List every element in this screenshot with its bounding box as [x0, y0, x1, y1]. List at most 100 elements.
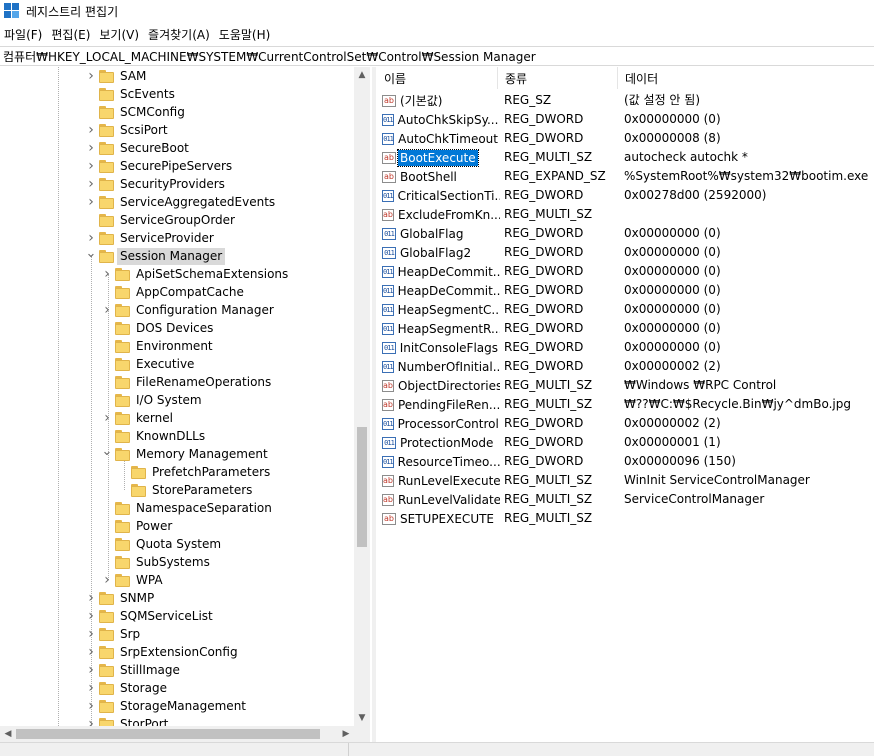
value-row[interactable]: 011 HeapSegmentC... REG_DWORD 0x00000000 (0…: [377, 300, 874, 319]
chevron-right-icon[interactable]: ›: [84, 698, 98, 714]
value-row[interactable]: ab BootShell REG_EXPAND_SZ %SystemRoot%₩sys…: [377, 167, 874, 186]
chevron-right-icon[interactable]: ›: [84, 158, 98, 174]
column-header-name[interactable]: 이름: [377, 67, 498, 89]
menu-view[interactable]: 보기(V): [95, 26, 144, 43]
chevron-right-icon[interactable]: ›: [84, 662, 98, 678]
address-bar[interactable]: 컴퓨터₩HKEY_LOCAL_MACHINE₩SYSTEM₩CurrentCon…: [0, 46, 874, 66]
tree-node[interactable]: I/O System: [100, 391, 205, 409]
scroll-down-arrow-icon[interactable]: ▼: [354, 710, 370, 726]
tree-node[interactable]: NamespaceSeparation: [100, 499, 275, 517]
chevron-right-icon[interactable]: ›: [84, 122, 98, 138]
value-row[interactable]: ab RunLevelValidate REG_MULTI_SZ ServiceCon…: [377, 490, 874, 509]
tree-node[interactable]: › StillImage: [84, 661, 183, 679]
tree-node[interactable]: FileRenameOperations: [100, 373, 274, 391]
tree-node[interactable]: › SQMServiceList: [84, 607, 216, 625]
value-row[interactable]: ab ObjectDirectories REG_MULTI_SZ ₩Windows …: [377, 376, 874, 395]
value-row[interactable]: 011 CriticalSectionTi... REG_DWORD 0x00278d…: [377, 186, 874, 205]
tree-node[interactable]: AppCompatCache: [100, 283, 247, 301]
chevron-down-icon[interactable]: ⌄: [100, 444, 114, 459]
tree-node[interactable]: › kernel: [100, 409, 176, 427]
chevron-right-icon[interactable]: ›: [84, 608, 98, 624]
tree-node[interactable]: ServiceGroupOrder: [84, 211, 238, 229]
chevron-right-icon[interactable]: ›: [84, 176, 98, 192]
value-row[interactable]: 011 HeapDeCommit... REG_DWORD 0x00000000 (0…: [377, 281, 874, 300]
tree-node[interactable]: › ServiceProvider: [84, 229, 217, 247]
value-row[interactable]: 011 GlobalFlag2 REG_DWORD 0x00000000 (0): [377, 243, 874, 262]
tree-node[interactable]: › StorageManagement: [84, 697, 249, 715]
tree-node[interactable]: SubSystems: [100, 553, 213, 571]
chevron-right-icon[interactable]: ›: [100, 410, 114, 426]
folder-icon: [115, 303, 130, 317]
value-row[interactable]: ab BootExecute REG_MULTI_SZ autocheck autoc…: [377, 148, 874, 167]
tree-node[interactable]: › ApiSetSchemaExtensions: [100, 265, 291, 283]
tree-node[interactable]: › SecurityProviders: [84, 175, 228, 193]
value-row[interactable]: ab SETUPEXECUTE REG_MULTI_SZ: [377, 509, 874, 528]
tree-node[interactable]: Executive: [100, 355, 197, 373]
pane-splitter[interactable]: [372, 67, 376, 742]
tree-node[interactable]: Environment: [100, 337, 216, 355]
value-list[interactable]: 이름 종류 데이터 ab (기본값) REG_SZ (값 설정 안 됨) 011 Auto…: [377, 67, 874, 742]
menu-favorites[interactable]: 즐겨찾기(A): [144, 26, 215, 43]
tree-node[interactable]: › SecurePipeServers: [84, 157, 235, 175]
value-row[interactable]: 011 HeapDeCommit... REG_DWORD 0x00000000 (0…: [377, 262, 874, 281]
hscroll-thumb[interactable]: [16, 729, 320, 739]
menu-file[interactable]: 파일(F): [0, 26, 47, 43]
chevron-right-icon[interactable]: ›: [84, 68, 98, 84]
chevron-down-icon[interactable]: ⌄: [84, 246, 98, 261]
value-row[interactable]: 011 NumberOfInitial... REG_DWORD 0x00000002…: [377, 357, 874, 376]
tree-node[interactable]: StoreParameters: [116, 481, 255, 499]
tree-node[interactable]: › SNMP: [84, 589, 157, 607]
value-row[interactable]: ab PendingFileRen... REG_MULTI_SZ ₩??₩C:₩$R…: [377, 395, 874, 414]
value-row[interactable]: 011 AutoChkSkipSy... REG_DWORD 0x00000000 (…: [377, 110, 874, 129]
tree-node[interactable]: › ServiceAggregatedEvents: [84, 193, 278, 211]
chevron-right-icon[interactable]: ›: [84, 680, 98, 696]
scroll-up-arrow-icon[interactable]: ▲: [354, 67, 370, 83]
value-row[interactable]: 011 ProtectionMode REG_DWORD 0x00000001 (1): [377, 433, 874, 452]
tree-node[interactable]: Power: [100, 517, 175, 535]
scroll-left-arrow-icon[interactable]: ◀: [0, 726, 16, 742]
chevron-right-icon[interactable]: ›: [84, 194, 98, 210]
column-header-data[interactable]: 데이터: [618, 67, 874, 89]
tree-node[interactable]: DOS Devices: [100, 319, 216, 337]
tree-node[interactable]: › SecureBoot: [84, 139, 192, 157]
tree-node[interactable]: ⌄ Memory Management: [100, 444, 271, 463]
chevron-right-icon[interactable]: ›: [100, 302, 114, 318]
chevron-right-icon[interactable]: ›: [84, 626, 98, 642]
tree-node[interactable]: KnownDLLs: [100, 427, 208, 445]
value-row[interactable]: 011 HeapSegmentR... REG_DWORD 0x00000000 (0…: [377, 319, 874, 338]
tree-node[interactable]: › SAM: [84, 67, 149, 85]
tree-node[interactable]: Quota System: [100, 535, 224, 553]
tree-node[interactable]: › WPA: [100, 571, 166, 589]
chevron-right-icon[interactable]: ›: [84, 590, 98, 606]
tree-node[interactable]: › Srp: [84, 625, 143, 643]
chevron-right-icon[interactable]: ›: [100, 572, 114, 588]
value-row[interactable]: ab RunLevelExecute REG_MULTI_SZ WinInit Ser…: [377, 471, 874, 490]
value-row[interactable]: ab ExcludeFromKn... REG_MULTI_SZ: [377, 205, 874, 224]
chevron-right-icon[interactable]: ›: [100, 266, 114, 282]
tree-vertical-scrollbar[interactable]: ▲ ▼: [354, 67, 370, 726]
chevron-right-icon[interactable]: ›: [84, 140, 98, 156]
tree-node[interactable]: PrefetchParameters: [116, 463, 273, 481]
column-header-type[interactable]: 종류: [498, 67, 618, 89]
chevron-right-icon[interactable]: ›: [84, 230, 98, 246]
key-tree[interactable]: › SAM ScEvents SCMConfig › ScsiPort › SecureBoo…: [0, 67, 370, 742]
tree-horizontal-scrollbar[interactable]: ◀ ▶: [0, 726, 370, 742]
value-row[interactable]: 011 ResourceTimeo... REG_DWORD 0x00000096 (…: [377, 452, 874, 471]
value-row[interactable]: 011 AutoChkTimeout REG_DWORD 0x00000008 (8): [377, 129, 874, 148]
menu-edit[interactable]: 편집(E): [47, 26, 95, 43]
tree-node[interactable]: ScEvents: [84, 85, 178, 103]
menu-help[interactable]: 도움말(H): [215, 26, 276, 43]
tree-node[interactable]: SCMConfig: [84, 103, 188, 121]
scroll-thumb[interactable]: [357, 427, 367, 547]
value-row[interactable]: 011 GlobalFlag REG_DWORD 0x00000000 (0): [377, 224, 874, 243]
value-row[interactable]: ab (기본값) REG_SZ (값 설정 안 됨): [377, 91, 874, 110]
tree-node[interactable]: › ScsiPort: [84, 121, 171, 139]
tree-node[interactable]: › Configuration Manager: [100, 301, 277, 319]
value-row[interactable]: 011 InitConsoleFlags REG_DWORD 0x00000000 (…: [377, 338, 874, 357]
tree-node[interactable]: › SrpExtensionConfig: [84, 643, 241, 661]
tree-node[interactable]: ⌄ Session Manager: [84, 246, 226, 265]
tree-node[interactable]: › Storage: [84, 679, 170, 697]
scroll-right-arrow-icon[interactable]: ▶: [338, 726, 354, 742]
value-row[interactable]: 011 ProcessorControl REG_DWORD 0x00000002 (…: [377, 414, 874, 433]
chevron-right-icon[interactable]: ›: [84, 644, 98, 660]
